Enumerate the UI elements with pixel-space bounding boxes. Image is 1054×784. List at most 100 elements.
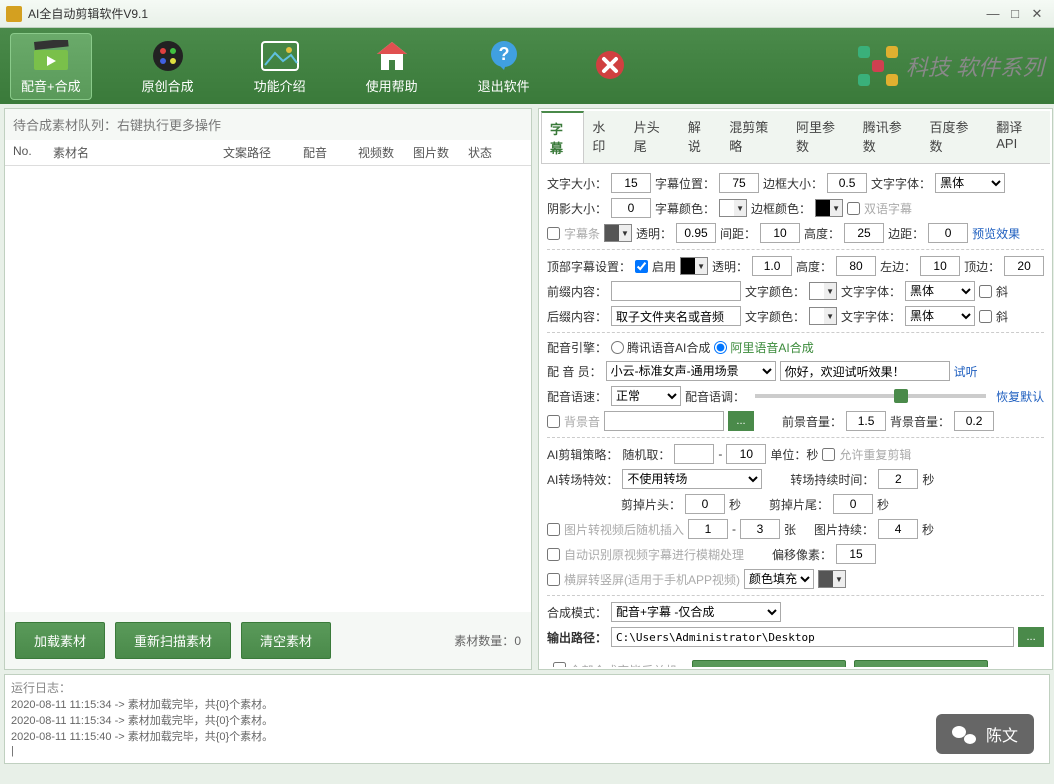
bgm-path-input[interactable]: [604, 411, 724, 431]
suffix-italic-checkbox[interactable]: [979, 310, 992, 323]
tab-tencent-params[interactable]: 腾讯参数: [855, 111, 922, 163]
pitch-slider[interactable]: [755, 394, 986, 398]
tab-narration[interactable]: 解说: [680, 111, 721, 163]
allow-dup-checkbox[interactable]: [822, 448, 835, 461]
top-enable-checkbox[interactable]: [635, 260, 648, 273]
output-label: 输出路径：: [547, 629, 607, 646]
suffix-font-select[interactable]: 黑体: [905, 306, 975, 326]
rescan-material-button[interactable]: 重新扫描素材: [115, 622, 231, 659]
engine-ali-radio[interactable]: 阿里语音AI合成: [714, 339, 813, 356]
tool-voice-compose[interactable]: 配音+合成: [10, 33, 92, 100]
sub-color-picker[interactable]: ▼: [719, 199, 747, 217]
tool-exit[interactable]: [580, 43, 640, 89]
img-insert-checkbox[interactable]: [547, 523, 560, 536]
trim-head-input[interactable]: [685, 494, 725, 514]
mode-select[interactable]: 配音+字幕 -仅合成: [611, 602, 781, 622]
random-label: 随机取：: [622, 446, 670, 463]
wechat-watermark: 陈文: [936, 714, 1034, 754]
img-lo-input[interactable]: [688, 519, 728, 539]
rand-hi-input[interactable]: [726, 444, 766, 464]
prefix-input[interactable]: [611, 281, 741, 301]
start-compose-button[interactable]: ▶ 开始合成: [692, 660, 846, 667]
img-hi-input[interactable]: [740, 519, 780, 539]
tool-features[interactable]: 功能介绍: [244, 34, 316, 99]
trans-dur-input[interactable]: [878, 469, 918, 489]
position-label: 字幕位置：: [655, 175, 715, 192]
prefix-font-select[interactable]: 黑体: [905, 281, 975, 301]
shutdown-option[interactable]: 全部合成完毕后关机: [553, 662, 684, 667]
suffix-color-picker[interactable]: ▼: [809, 307, 837, 325]
rand-lo-input[interactable]: [674, 444, 714, 464]
fill-color-picker[interactable]: ▼: [818, 570, 846, 588]
maximize-button[interactable]: □: [1004, 5, 1026, 23]
top-height-input[interactable]: [836, 256, 876, 276]
mode-label: 合成模式：: [547, 604, 607, 621]
bilingual-checkbox[interactable]: [847, 202, 860, 215]
height-input[interactable]: [844, 223, 884, 243]
bg-vol-input[interactable]: [954, 411, 994, 431]
load-material-button[interactable]: 加载素材: [15, 622, 105, 659]
voicer-select[interactable]: 小云-标准女声-通用场景: [606, 361, 776, 381]
tool-usage-help[interactable]: ? 退出软件: [468, 34, 540, 99]
position-input[interactable]: [719, 173, 759, 193]
tab-translate-api[interactable]: 翻译API: [988, 111, 1050, 163]
clear-material-button[interactable]: 清空素材: [241, 622, 331, 659]
tab-baidu-params[interactable]: 百度参数: [922, 111, 989, 163]
rotate-checkbox[interactable]: [547, 573, 560, 586]
prefix-color-picker[interactable]: ▼: [809, 282, 837, 300]
stop-compose-button[interactable]: 停止合成: [854, 660, 988, 667]
auto-blur-checkbox[interactable]: [547, 548, 560, 561]
offset-input[interactable]: [836, 544, 876, 564]
top-left-label: 左边：: [880, 258, 916, 275]
spacing-input[interactable]: [760, 223, 800, 243]
fg-vol-input[interactable]: [846, 411, 886, 431]
sub-bar-color-picker[interactable]: ▼: [604, 224, 632, 242]
suffix-input[interactable]: [611, 306, 741, 326]
engine-label: 配音引擎：: [547, 339, 607, 356]
output-path-input[interactable]: [611, 627, 1014, 647]
font-size-input[interactable]: [611, 173, 651, 193]
font-family-select[interactable]: 黑体: [935, 173, 1005, 193]
opacity-input[interactable]: [676, 223, 716, 243]
italic-label: 斜: [996, 283, 1008, 300]
minimize-button[interactable]: —: [982, 5, 1004, 23]
top-bar-color-picker[interactable]: ▼: [680, 257, 708, 275]
bgm-browse-button[interactable]: ...: [728, 411, 754, 431]
top-left-input[interactable]: [920, 256, 960, 276]
engine-tencent-radio[interactable]: 腾讯语音AI合成: [611, 339, 710, 356]
tab-mix-strategy[interactable]: 混剪策略: [721, 111, 788, 163]
top-opacity-input[interactable]: [752, 256, 792, 276]
sub-bar-checkbox[interactable]: [547, 227, 560, 240]
tab-head-tail[interactable]: 片头尾: [626, 111, 680, 163]
try-listen-link[interactable]: 试听: [954, 363, 978, 380]
top-top-label: 顶边：: [964, 258, 1000, 275]
img-dur-input[interactable]: [878, 519, 918, 539]
top-top-input[interactable]: [1004, 256, 1044, 276]
tab-ali-params[interactable]: 阿里参数: [788, 111, 855, 163]
queue-list[interactable]: [5, 166, 531, 612]
shadow-input[interactable]: [611, 198, 651, 218]
border-color-picker[interactable]: ▼: [815, 199, 843, 217]
fill-select[interactable]: 颜色填充: [744, 569, 814, 589]
sub-color-label: 字幕颜色：: [655, 200, 715, 217]
prefix-italic-checkbox[interactable]: [979, 285, 992, 298]
tool-help[interactable]: 使用帮助: [356, 34, 428, 99]
margin-input[interactable]: [928, 223, 968, 243]
border-size-input[interactable]: [827, 173, 867, 193]
reset-default-link[interactable]: 恢复默认: [996, 388, 1044, 405]
output-browse-button[interactable]: ...: [1018, 627, 1044, 647]
sample-text-input[interactable]: [780, 361, 950, 381]
italic-label-2: 斜: [996, 308, 1008, 325]
tool-original-compose[interactable]: 原创合成: [132, 34, 204, 99]
tab-watermark[interactable]: 水印: [584, 111, 625, 163]
tool-label: 功能介绍: [254, 76, 306, 95]
border-color-label: 边框颜色：: [751, 200, 811, 217]
speed-select[interactable]: 正常: [611, 386, 681, 406]
top-opacity-label: 透明：: [712, 258, 748, 275]
tab-subtitle[interactable]: 字幕: [541, 111, 584, 163]
close-button[interactable]: ✕: [1026, 5, 1048, 23]
preview-link[interactable]: 预览效果: [972, 225, 1020, 242]
trim-tail-input[interactable]: [833, 494, 873, 514]
transition-select[interactable]: 不使用转场: [622, 469, 762, 489]
bgm-checkbox[interactable]: [547, 415, 560, 428]
